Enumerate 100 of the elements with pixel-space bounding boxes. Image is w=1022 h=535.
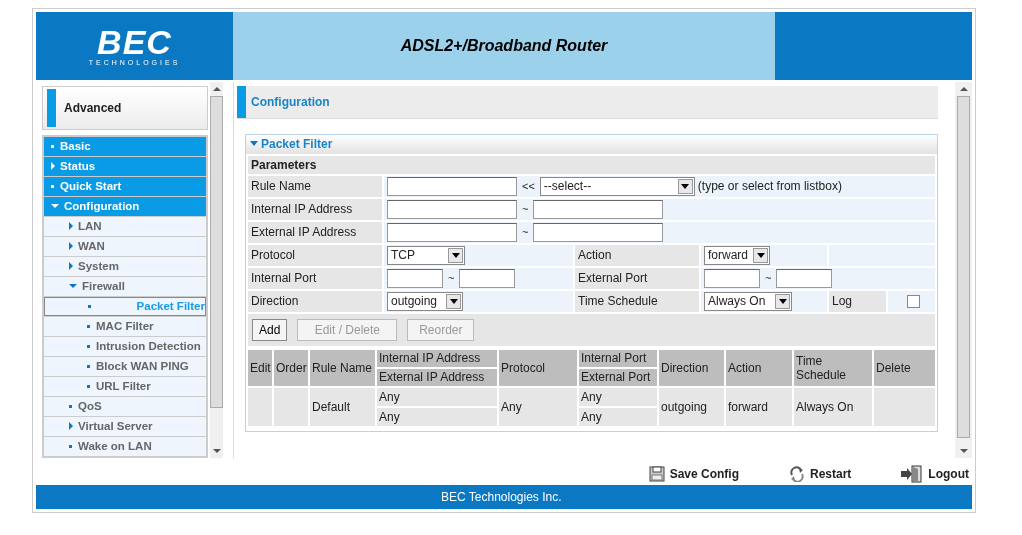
nav-item[interactable]: Packet Filter [44, 296, 206, 316]
field-label: External Port [575, 267, 699, 289]
scrollbar-thumb[interactable] [210, 95, 223, 408]
rule-name-field[interactable] [387, 176, 517, 196]
port-field[interactable] [776, 268, 833, 288]
accent-bar [47, 88, 56, 127]
field-label: Direction [248, 290, 382, 312]
ip-field[interactable] [533, 199, 664, 219]
field-label: Rule Name [248, 175, 382, 197]
nav-item[interactable]: Status [44, 156, 206, 176]
scroll-up-icon[interactable] [959, 85, 968, 92]
caret-down-icon [778, 298, 787, 304]
footer-link[interactable]: Logout [901, 466, 969, 483]
caret-right-icon [68, 241, 74, 252]
caret-down-icon [449, 298, 458, 304]
column-header: Direction [659, 349, 724, 386]
caret-down-icon [681, 183, 690, 189]
nav-item[interactable]: Virtual Server [44, 416, 206, 436]
field-label: Internal Port [248, 267, 382, 289]
separator-text: << [521, 180, 536, 193]
field-label: Time Schedule [575, 290, 699, 312]
form-button[interactable]: Add [252, 318, 288, 341]
separator-text: ~ [521, 226, 530, 239]
section-heading: Parameters [248, 155, 935, 174]
schedule-dropdown[interactable]: Always On [704, 291, 792, 311]
table-cell: Any [377, 387, 497, 406]
table-cell: forward [726, 387, 792, 426]
logo-text: BEC [97, 25, 172, 60]
table-cell: Any [579, 387, 657, 406]
table-cell: Always On [794, 387, 872, 426]
product-title: ADSL2+/Broadband Router [400, 36, 608, 55]
nav-item[interactable]: Intrusion Detection [44, 336, 206, 356]
scrollbar[interactable] [955, 81, 972, 458]
scrollbar[interactable] [210, 81, 223, 458]
nav-item[interactable]: Quick Start [44, 176, 206, 196]
field-label: Action [575, 244, 699, 266]
separator-text: ~ [521, 203, 530, 216]
table-cell: Any [377, 407, 497, 426]
caret-down-icon [451, 252, 460, 258]
ip-field[interactable] [387, 222, 517, 242]
nav-item[interactable]: Block WAN PING [44, 356, 206, 376]
nav-item[interactable]: QoS [44, 396, 206, 416]
column-header: Time Schedule [794, 349, 872, 386]
column-header: Delete [874, 349, 935, 386]
column-header: Rule Name [310, 349, 375, 386]
field-label: Protocol [248, 244, 382, 266]
footer-link[interactable]: Save Config [648, 466, 739, 483]
nav-item[interactable]: MAC Filter [44, 316, 206, 336]
action-dropdown[interactable]: forward [704, 245, 770, 265]
nav-item[interactable]: WAN [44, 236, 206, 256]
separator-text: ~ [447, 272, 456, 285]
caret-right-icon [68, 221, 74, 232]
column-header: Internal Port [579, 349, 657, 367]
ip-field[interactable] [387, 199, 517, 219]
caret-right-icon [68, 261, 74, 272]
table-cell: outgoing [659, 387, 724, 426]
table-cell: Any [579, 407, 657, 426]
panel-header[interactable]: Packet Filter [246, 134, 937, 154]
port-field[interactable] [704, 268, 760, 288]
field-label: Internal IP Address [248, 198, 382, 220]
column-header: Internal IP Address [377, 349, 497, 367]
scrollbar-thumb[interactable] [957, 95, 970, 438]
nav-item[interactable]: Wake on LAN [44, 436, 206, 456]
field-label: Log [829, 290, 886, 312]
nav-item[interactable]: Basic [44, 136, 206, 156]
caret-right-icon [50, 161, 56, 172]
field-label: External IP Address [248, 221, 382, 243]
direction-dropdown[interactable]: outgoing [387, 291, 463, 311]
nav-item[interactable]: Firewall [44, 276, 206, 296]
separator-text: ~ [764, 272, 773, 285]
table-cell: Any [499, 387, 577, 426]
ip-field[interactable] [533, 222, 664, 242]
caret-down-icon [756, 252, 765, 258]
door-exit-icon [901, 465, 924, 484]
footer-link[interactable]: Restart [789, 466, 852, 483]
accent-bar [237, 85, 246, 118]
nav-item[interactable]: URL Filter [44, 376, 206, 396]
scroll-down-icon[interactable] [959, 447, 968, 454]
sidebar-heading: Advanced [64, 100, 122, 115]
page-title: Configuration [251, 94, 330, 109]
nav-item[interactable]: System [44, 256, 206, 276]
column-header: External Port [579, 368, 657, 386]
nav-item[interactable]: Configuration [44, 196, 206, 216]
caret-right-icon [68, 421, 74, 432]
scroll-down-icon[interactable] [212, 447, 221, 454]
log-checkbox[interactable] [906, 294, 920, 308]
rule-select-dropdown[interactable]: --select-- [539, 176, 695, 196]
table-cell: Default [310, 387, 375, 426]
column-header: External IP Address [377, 368, 497, 386]
column-header: Edit [248, 349, 272, 386]
protocol-dropdown[interactable]: TCP [387, 245, 465, 265]
port-field[interactable] [387, 268, 443, 288]
panel-title: Packet Filter [261, 137, 333, 152]
nav-item[interactable]: LAN [44, 216, 206, 236]
scroll-up-icon[interactable] [212, 85, 221, 92]
column-header: Action [726, 349, 792, 386]
port-field[interactable] [459, 268, 516, 288]
column-header: Order [274, 349, 308, 386]
column-header: Protocol [499, 349, 577, 386]
refresh-icon [789, 466, 805, 483]
